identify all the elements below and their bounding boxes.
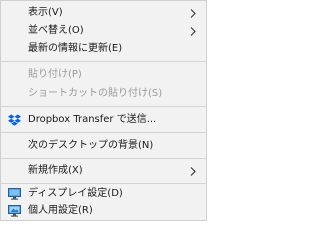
- display-icon: [8, 188, 21, 200]
- menu-item-display-settings[interactable]: ディスプレイ設定(D): [1, 185, 206, 203]
- chevron-right-icon: [190, 27, 196, 36]
- chevron-right-icon: [190, 9, 196, 18]
- menu-item-refresh[interactable]: 最新の情報に更新(E): [1, 40, 206, 58]
- menu-item-paste[interactable]: 貼り付け(P): [1, 66, 206, 84]
- menu-item-paste-label: 貼り付け(P): [28, 69, 82, 80]
- menu-item-paste-shortcut-label: ショートカットの貼り付け(S): [28, 88, 163, 99]
- menu-item-sort-by[interactable]: 並べ替え(O): [1, 22, 206, 40]
- chevron-right-icon: [190, 167, 196, 176]
- menu-separator: [1, 132, 206, 133]
- menu-item-personalize[interactable]: 個人用設定(R): [1, 202, 206, 220]
- menu-item-view[interactable]: 表示(V): [1, 4, 206, 22]
- menu-item-new-label: 新規作成(X): [28, 165, 83, 176]
- menu-item-next-background[interactable]: 次のデスクトップの背景(N): [1, 137, 206, 155]
- menu-separator: [1, 158, 206, 159]
- menu-item-dropbox-transfer-label: Dropbox Transfer で送信...: [28, 114, 157, 125]
- menu-separator: [1, 183, 206, 184]
- menu-item-new[interactable]: 新規作成(X): [1, 162, 206, 180]
- menu-item-refresh-label: 最新の情報に更新(E): [28, 43, 123, 54]
- dropbox-icon: [8, 114, 21, 126]
- menu-item-dropbox-transfer[interactable]: Dropbox Transfer で送信...: [1, 111, 206, 129]
- menu-item-sort-by-label: 並べ替え(O): [28, 25, 84, 36]
- menu-item-personalize-label: 個人用設定(R): [28, 205, 93, 216]
- desktop-context-menu: 表示(V) 並べ替え(O) 最新の情報に更新(E) 貼り付け(P) ショートカッ…: [0, 0, 207, 221]
- menu-item-view-label: 表示(V): [28, 7, 63, 18]
- personalize-icon: [8, 205, 21, 217]
- menu-item-display-settings-label: ディスプレイ設定(D): [28, 188, 123, 199]
- menu-separator: [1, 106, 206, 107]
- menu-item-paste-shortcut[interactable]: ショートカットの貼り付け(S): [1, 85, 206, 103]
- menu-separator: [1, 61, 206, 62]
- menu-item-next-background-label: 次のデスクトップの背景(N): [28, 140, 154, 151]
